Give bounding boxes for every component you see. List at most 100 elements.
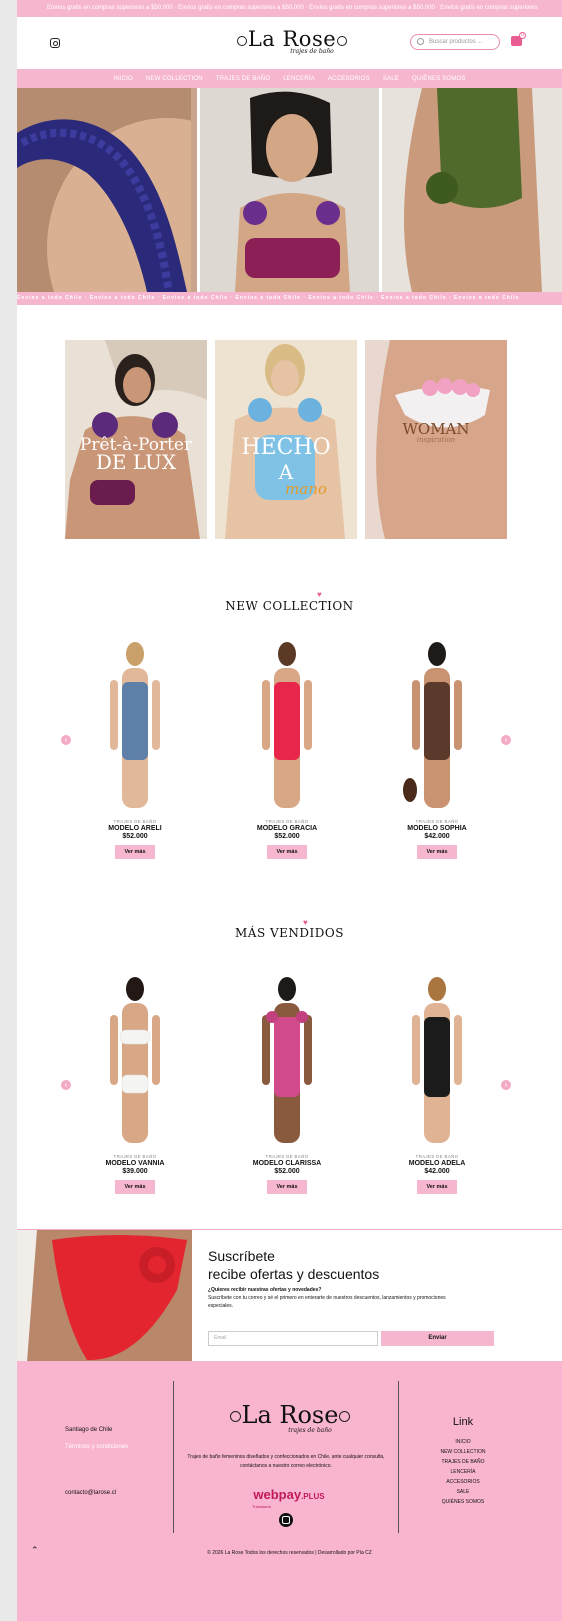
nav-item-new-collection[interactable]: NEW COLLECTION	[146, 76, 203, 82]
swimsuit-shape	[119, 1029, 151, 1045]
hero-image	[17, 88, 197, 292]
product-image	[402, 975, 472, 1147]
category-title-line1: HECHO	[241, 435, 331, 460]
ver-mas-button[interactable]: Ver más	[115, 845, 155, 859]
footer-link-sale[interactable]: SALE	[403, 1487, 523, 1497]
ver-mas-button[interactable]: Ver más	[267, 845, 307, 859]
footer-link-trajes-de-bano[interactable]: TRAJES DE BAÑO	[403, 1457, 523, 1467]
cart-icon[interactable]: 0	[511, 32, 526, 46]
swimsuit-shape	[424, 1017, 450, 1097]
product-image	[100, 975, 170, 1147]
product-card[interactable]: TRAJES DE BAÑO MODELO CLARISSA $52.000 V…	[232, 975, 342, 1194]
product-image	[100, 640, 170, 812]
product-card[interactable]: TRAJES DE BAÑO MODELO VANNIA $39.000 Ver…	[80, 975, 190, 1194]
category-hecho-a-mano[interactable]: HECHO A mano	[215, 340, 357, 539]
product-price: $52.000	[274, 1168, 300, 1175]
product-price: $42.000	[424, 833, 450, 840]
category-woman[interactable]: WOMAN inspiration	[365, 340, 507, 539]
product-card[interactable]: TRAJES DE BAÑO MODELO ARELI $52.000 Ver …	[80, 640, 190, 859]
nav-item-sale[interactable]: SALE	[383, 76, 399, 82]
page: Envíos gratis en compras superiores a $5…	[17, 0, 562, 1621]
nav-item-accesorios[interactable]: ACCESORIOS	[328, 76, 370, 82]
product-price: $39.000	[122, 1168, 148, 1175]
carousel-next-arrow-icon[interactable]: ›	[501, 735, 511, 745]
nav-item-inicio[interactable]: INICIO	[113, 76, 133, 82]
footer-link-inicio[interactable]: INICIO	[403, 1437, 523, 1447]
ver-mas-button[interactable]: Ver más	[417, 1180, 457, 1194]
rose-icon	[230, 1411, 241, 1422]
footer-link-accesorios[interactable]: ACCESORIOS	[403, 1477, 523, 1487]
product-card[interactable]: TRAJES DE BAÑO MODELO SOPHIA $42.000 Ver…	[382, 640, 492, 859]
shipping-ticker: Envíos a todo Chile · Envíos a todo Chil…	[17, 292, 562, 305]
product-name: MODELO ARELI	[108, 825, 162, 832]
category-pret-a-porter[interactable]: Prêt-à-Porter DE LUX	[65, 340, 207, 539]
webpay-sub-text: Transbank.	[252, 1504, 272, 1509]
product-card[interactable]: TRAJES DE BAÑO MODELO ADELA $42.000 Ver …	[382, 975, 492, 1194]
product-category: TRAJES DE BAÑO	[415, 1154, 459, 1159]
cart-count-badge: 0	[519, 32, 526, 39]
hero-image	[382, 88, 562, 292]
carousel-next-arrow-icon[interactable]: ›	[501, 1080, 511, 1090]
footer-links-list: INICIO NEW COLLECTION TRAJES DE BAÑO LEN…	[403, 1437, 523, 1507]
footer-divider	[398, 1381, 399, 1533]
carousel-prev-arrow-icon[interactable]: ‹	[61, 735, 71, 745]
footer-copyright: © 2026 La Rose Todos los derechos reserv…	[207, 1550, 372, 1556]
product-category: TRAJES DE BAÑO	[113, 819, 157, 824]
footer-link-quienes-somos[interactable]: QUIÉNES SOMOS	[403, 1497, 523, 1507]
product-name: MODELO ADELA	[408, 1160, 466, 1167]
hero-image	[199, 88, 380, 292]
rose-icon	[237, 36, 247, 46]
subscribe-title: Suscríbete	[208, 1248, 275, 1264]
footer-email[interactable]: contacto@larose.cl	[65, 1490, 116, 1496]
instagram-icon[interactable]	[50, 38, 60, 48]
webpay-logo: webpay.PLUS Transbank.	[249, 1486, 329, 1509]
product-name: MODELO SOPHIA	[407, 825, 467, 832]
product-figure	[110, 642, 160, 808]
nav-item-trajes-de-bano[interactable]: TRAJES DE BAÑO	[216, 76, 270, 82]
search-placeholder: Buscar productos ...	[429, 39, 483, 45]
footer-logo-name: La Rose	[241, 1401, 339, 1429]
footer-link-new-collection[interactable]: NEW COLLECTION	[403, 1447, 523, 1457]
product-name: MODELO VANNIA	[105, 1160, 165, 1167]
category-title-line3: mano	[285, 480, 327, 498]
webpay-text: webpay	[253, 1487, 302, 1502]
new-collection-title: NEW COLLECTION	[225, 599, 354, 613]
hero-image-art	[17, 88, 197, 292]
ver-mas-button[interactable]: Ver más	[115, 1180, 155, 1194]
ver-mas-button[interactable]: Ver más	[267, 1180, 307, 1194]
product-price: $42.000	[424, 1168, 450, 1175]
swimsuit-shape	[122, 682, 148, 760]
nav-item-quienes-somos[interactable]: QUIÉNES SOMOS	[412, 76, 466, 82]
hero-image-art	[382, 88, 557, 292]
footer-link-lenceria[interactable]: LENCERÍA	[403, 1467, 523, 1477]
subscribe-image	[17, 1230, 192, 1362]
main-nav: INICIO NEW COLLECTION TRAJES DE BAÑO LEN…	[17, 69, 562, 88]
site-logo[interactable]: La Rose trajes de baño	[237, 27, 347, 61]
ver-mas-button[interactable]: Ver más	[417, 845, 457, 859]
product-category: TRAJES DE BAÑO	[113, 1154, 157, 1159]
hero-banner	[17, 88, 562, 292]
product-price: $52.000	[122, 833, 148, 840]
product-figure	[110, 977, 160, 1143]
footer-divider	[173, 1381, 174, 1533]
product-image	[252, 975, 322, 1147]
rose-icon	[339, 1411, 350, 1422]
email-placeholder: Email	[214, 1335, 227, 1341]
nav-item-lenceria[interactable]: LENCERÍA	[283, 76, 315, 82]
site-header: La Rose trajes de baño Buscar productos …	[17, 17, 562, 69]
email-field[interactable]: Email	[208, 1331, 378, 1346]
ticker-text: Envíos a todo Chile · Envíos a todo Chil…	[17, 295, 520, 301]
footer-description: Trajes de baño femeninos diseñados y con…	[187, 1454, 385, 1469]
product-card[interactable]: TRAJES DE BAÑO MODELO GRACIA $52.000 Ver…	[232, 640, 342, 859]
footer-location: Santiago de Chile	[65, 1427, 113, 1433]
subscribe-image-art	[17, 1230, 192, 1362]
instagram-icon[interactable]	[279, 1513, 293, 1527]
subscribe-section: Suscríbete recibe ofertas y descuentos ¿…	[17, 1229, 562, 1362]
heart-icon: ♥	[317, 590, 322, 599]
category-title-line2: DE LUX	[95, 450, 177, 474]
subscribe-body: Suscríbete con tu correo y sé el primero…	[208, 1295, 446, 1309]
send-button[interactable]: Enviar	[381, 1331, 494, 1346]
search-input[interactable]: Buscar productos ...	[410, 34, 500, 50]
footer-terms-link[interactable]: Términos y condiciones	[65, 1444, 128, 1450]
carousel-prev-arrow-icon[interactable]: ‹	[61, 1080, 71, 1090]
